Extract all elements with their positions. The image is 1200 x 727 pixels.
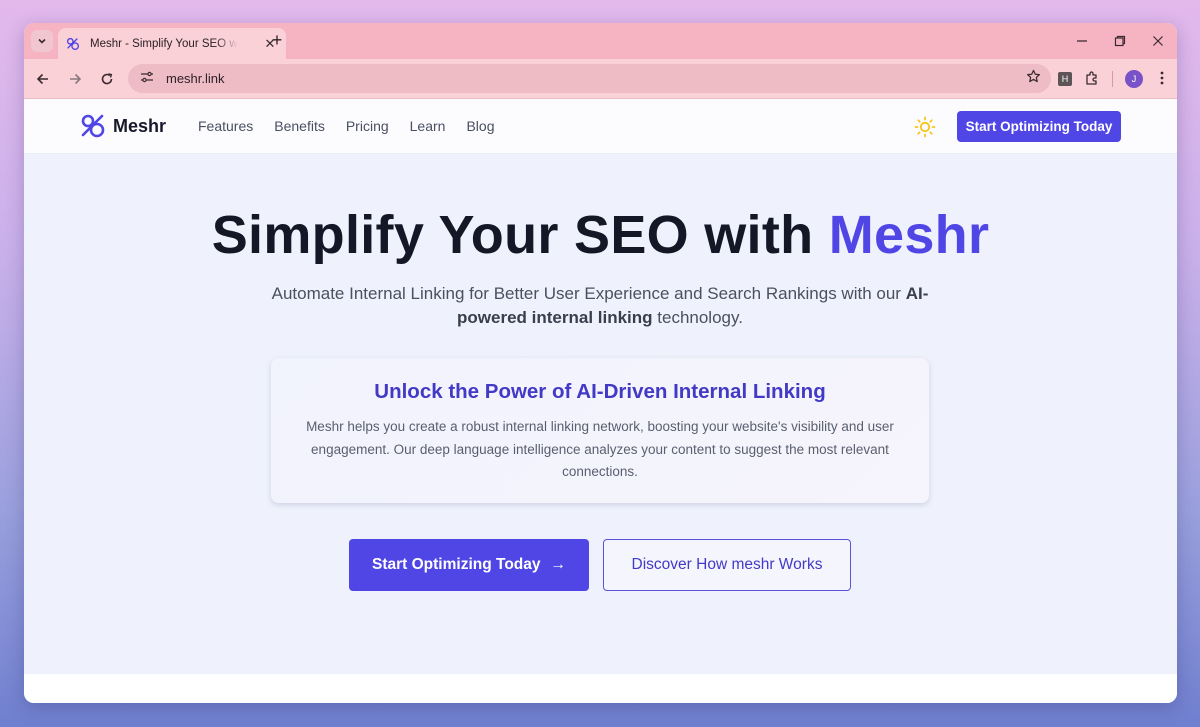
start-optimizing-button[interactable]: Start Optimizing Today →: [349, 539, 589, 591]
discover-how-button[interactable]: Discover How meshr Works: [603, 539, 851, 591]
profile-avatar[interactable]: J: [1125, 70, 1143, 88]
tab-strip: Meshr - Simplify Your SEO with Meshr ✕ +: [24, 23, 1177, 59]
minimize-icon[interactable]: [1063, 23, 1101, 59]
web-page: Meshr Features Benefits Pricing Learn Bl…: [24, 99, 1177, 703]
site-header: Meshr Features Benefits Pricing Learn Bl…: [24, 99, 1177, 154]
chevron-down-icon: [38, 38, 46, 44]
url-text: meshr.link: [166, 71, 225, 86]
hero-subtitle-part2: technology.: [652, 308, 743, 327]
header-cta-button[interactable]: Start Optimizing Today: [957, 111, 1121, 142]
brand-name: Meshr: [113, 115, 167, 136]
toolbar-separator: [1112, 71, 1113, 87]
nav-link-blog[interactable]: Blog: [466, 118, 494, 134]
hero-subtitle-part1: Automate Internal Linking for Better Use…: [271, 284, 906, 303]
toolbar-actions: H J: [1058, 59, 1169, 99]
theme-toggle-sun-icon[interactable]: [912, 114, 938, 140]
restore-icon[interactable]: [1101, 23, 1139, 59]
forward-arrow-icon[interactable]: [60, 64, 90, 94]
start-optimizing-label: Start Optimizing Today: [372, 556, 541, 573]
nav-link-benefits[interactable]: Benefits: [274, 118, 325, 134]
browser-window: Meshr - Simplify Your SEO with Meshr ✕ +: [24, 23, 1177, 703]
extensions-puzzle-icon[interactable]: [1084, 70, 1100, 89]
nav-link-pricing[interactable]: Pricing: [346, 118, 389, 134]
feature-card-body: Meshr helps you create a robust internal…: [306, 419, 894, 479]
browser-toolbar: meshr.link H J: [24, 59, 1177, 99]
address-bar[interactable]: meshr.link: [128, 64, 1051, 93]
nav-link-features[interactable]: Features: [198, 118, 253, 134]
close-window-icon[interactable]: [1139, 23, 1177, 59]
hero-section: Simplify Your SEO with Meshr Automate In…: [24, 154, 1177, 674]
feature-card-title: Unlock the Power of AI-Driven Internal L…: [374, 380, 826, 403]
tab-title: Meshr - Simplify Your SEO with Meshr: [90, 37, 238, 50]
reload-icon[interactable]: [92, 64, 122, 94]
browser-menu-icon[interactable]: [1155, 71, 1169, 88]
hero-subtitle: Automate Internal Linking for Better Use…: [250, 282, 950, 330]
arrow-right-icon: →: [550, 556, 567, 573]
hero-title: Simplify Your SEO with Meshr: [24, 204, 1177, 266]
extension-h-icon[interactable]: H: [1058, 72, 1072, 86]
meshr-favicon-icon: [66, 36, 82, 52]
feature-card: Unlock the Power of AI-Driven Internal L…: [271, 358, 929, 503]
new-tab-button[interactable]: +: [267, 30, 287, 51]
site-logo[interactable]: Meshr: [80, 113, 166, 139]
nav-link-learn[interactable]: Learn: [410, 118, 446, 134]
hero-title-text: Simplify Your SEO with: [211, 205, 829, 265]
meshr-logo-icon: [81, 114, 105, 138]
main-nav: Features Benefits Pricing Learn Blog: [198, 118, 494, 134]
hero-title-accent: Meshr: [828, 205, 990, 265]
back-arrow-icon[interactable]: [28, 64, 58, 94]
bookmark-star-icon[interactable]: [1026, 69, 1041, 88]
active-tab[interactable]: Meshr - Simplify Your SEO with Meshr ✕: [58, 28, 286, 59]
tab-search-button[interactable]: [31, 30, 53, 52]
window-controls: [1063, 23, 1177, 59]
site-settings-icon[interactable]: [138, 71, 156, 86]
